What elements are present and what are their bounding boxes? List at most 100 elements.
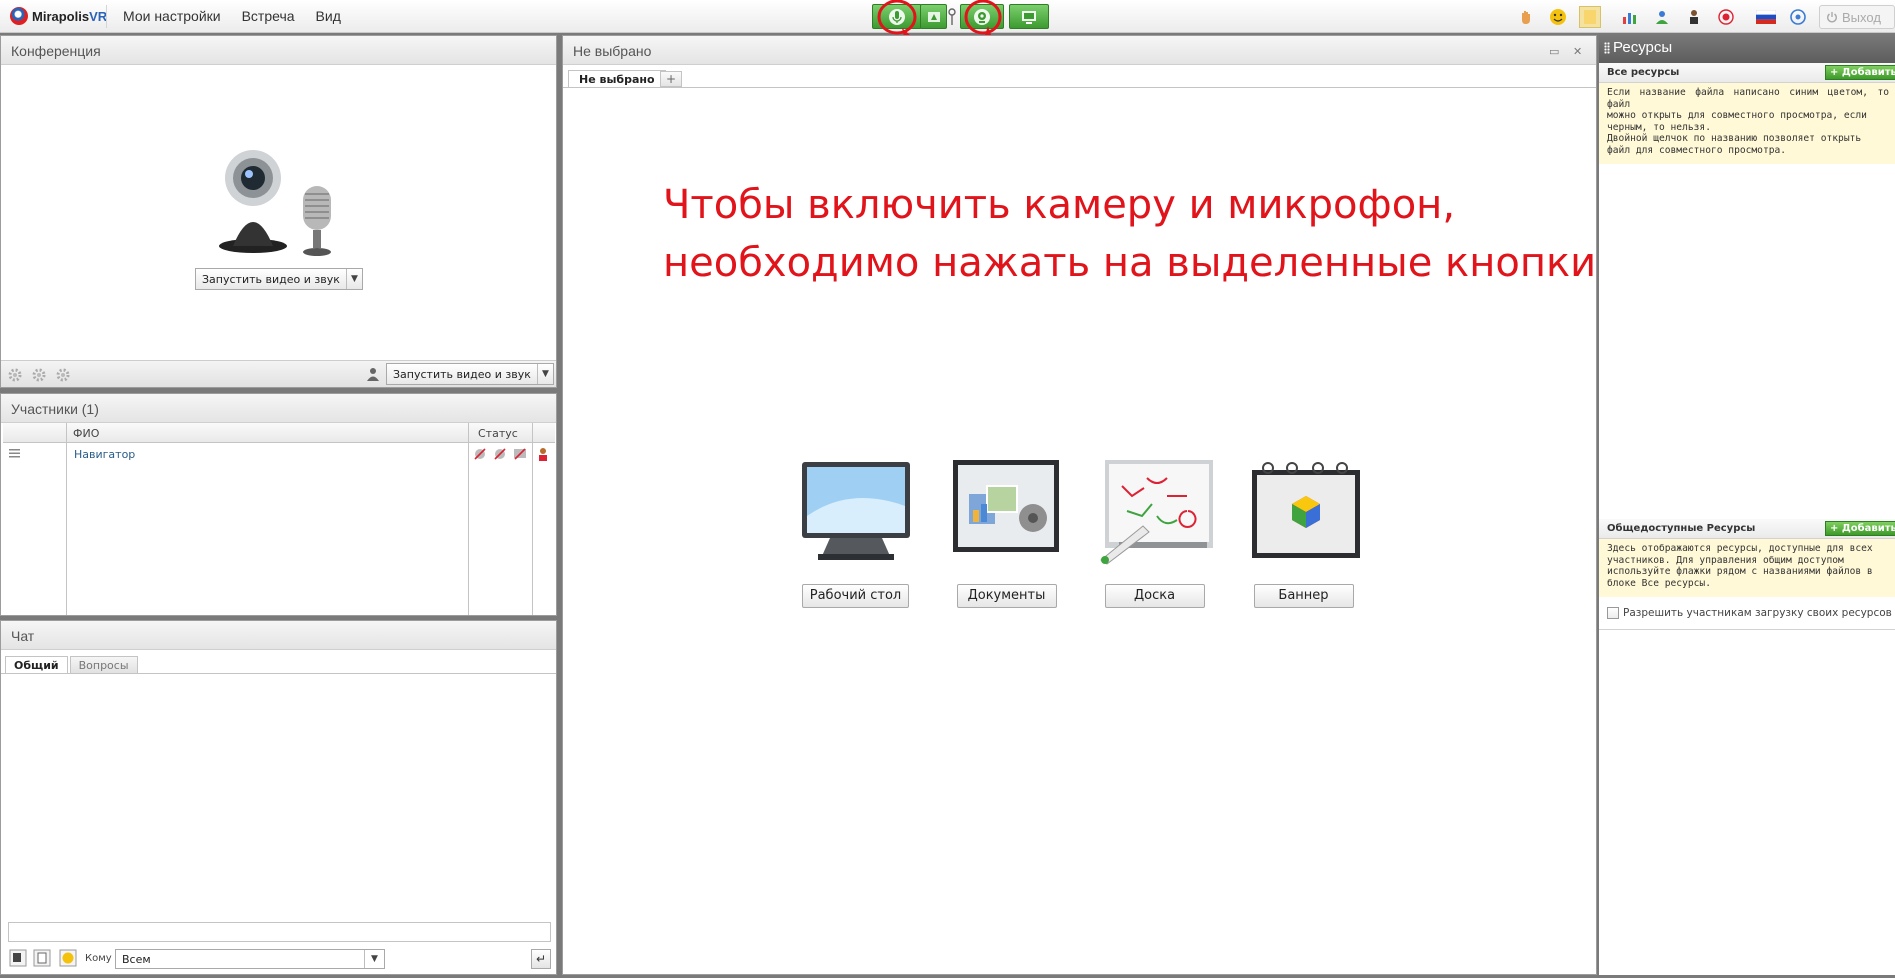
- bottom-start-video-audio-label: Запустить видео и звук: [393, 367, 531, 381]
- banner-icon: [1252, 462, 1360, 558]
- tab-not-selected[interactable]: Не выбрано: [568, 70, 666, 88]
- drag-handle-icon[interactable]: [9, 449, 20, 458]
- camera-button[interactable]: [960, 4, 1004, 29]
- general-settings-icon[interactable]: [55, 367, 71, 383]
- documents-icon: [952, 460, 1059, 552]
- chevron-down-icon[interactable]: ▼: [364, 950, 384, 968]
- all-resources-header: Все ресурсы + Добавить: [1599, 63, 1895, 83]
- banner-button[interactable]: Баннер: [1253, 584, 1354, 608]
- add-public-resource-button[interactable]: + Добавить: [1825, 521, 1895, 536]
- conference-bottom-bar: Запустить видео и звук ▼: [1, 360, 556, 387]
- send-button[interactable]: ↵: [531, 949, 551, 969]
- desktop-button[interactable]: Рабочий стол: [802, 584, 909, 608]
- desktop-tool[interactable]: Рабочий стол: [798, 456, 913, 608]
- main-menu: Мои настройки Встреча Вид: [123, 8, 341, 24]
- video-settings-icon: [927, 11, 940, 22]
- resources-panel: Ресурсы Все ресурсы + Добавить Если назв…: [1599, 33, 1895, 975]
- help-icon[interactable]: [1787, 6, 1809, 28]
- notes-icon[interactable]: [1579, 6, 1601, 28]
- sound-settings-icon[interactable]: [31, 367, 47, 383]
- content-panel: Не выбрано ▭ ✕ Не выбрано + Чтобы включи…: [562, 35, 1597, 975]
- chevron-down-icon[interactable]: ▼: [536, 364, 553, 384]
- raise-hand-icon[interactable]: [1515, 6, 1537, 28]
- participant-name[interactable]: Навигатор: [74, 448, 135, 461]
- format-icon[interactable]: [9, 949, 27, 967]
- add-resource-button[interactable]: + Добавить: [1825, 65, 1895, 80]
- whiteboard-icon: [1100, 460, 1213, 565]
- all-resources-note: Если название файла написано синим цвето…: [1599, 83, 1895, 164]
- record-icon[interactable]: [1715, 6, 1737, 28]
- checkbox-icon[interactable]: [1607, 607, 1619, 619]
- mic-status-icon[interactable]: [473, 447, 487, 461]
- documents-tool[interactable]: Документы: [949, 456, 1064, 608]
- column-name[interactable]: ФИО: [73, 427, 99, 440]
- start-video-audio-label: Запустить видео и звук: [202, 272, 340, 286]
- key-icon[interactable]: [948, 8, 956, 26]
- participants-title: Участники (1): [1, 394, 556, 423]
- menu-meeting[interactable]: Встреча: [242, 8, 295, 24]
- power-icon: [1827, 12, 1837, 23]
- camera-settings-icon[interactable]: [7, 367, 23, 383]
- to-label: Кому: [85, 953, 112, 964]
- smiley-icon[interactable]: [59, 949, 77, 967]
- logo-name: Mirapolis: [32, 8, 90, 24]
- chat-title: Чат: [1, 621, 556, 650]
- add-tab-button[interactable]: +: [660, 71, 682, 87]
- presenter-icon[interactable]: [1683, 6, 1705, 28]
- chat-panel: Чат Общий Вопросы Кому Всем ▼ ↵: [0, 620, 557, 975]
- participants-header-row: ФИО Статус: [3, 423, 555, 443]
- screen-share-button[interactable]: [1009, 4, 1049, 29]
- participants-panel: Участники (1) ФИО Статус Навигатор: [0, 393, 557, 616]
- language-flag-icon[interactable]: [1755, 6, 1777, 28]
- chat-tabs: Общий Вопросы: [5, 656, 138, 673]
- instruction-line-2: необходимо нажать на выделенные кнопки: [663, 240, 1597, 286]
- microphone-icon: [889, 8, 905, 25]
- recipient-value: Всем: [122, 952, 151, 966]
- conference-panel: Конференция Запустить видео и звук ▼ Зап…: [0, 35, 557, 388]
- exit-label: Выход: [1842, 9, 1881, 25]
- chevron-down-icon[interactable]: ▼: [345, 269, 362, 289]
- public-resources-header: Общедоступные Ресурсы + Добавить: [1599, 519, 1895, 539]
- menu-view[interactable]: Вид: [316, 8, 341, 24]
- banner-tool[interactable]: Баннер: [1246, 456, 1361, 608]
- minimize-icon[interactable]: ▭: [1549, 45, 1559, 58]
- public-resources-note: Здесь отображаются ресурсы, доступные дл…: [1599, 539, 1895, 597]
- divider: [563, 87, 1596, 88]
- table-row[interactable]: Навигатор: [3, 445, 555, 465]
- instruction-text: Чтобы включить камеру и микрофон, необхо…: [663, 176, 1597, 292]
- users-icon[interactable]: [1651, 6, 1673, 28]
- tab-general[interactable]: Общий: [5, 656, 68, 673]
- attach-icon[interactable]: [33, 949, 51, 967]
- exit-button[interactable]: Выход: [1819, 5, 1895, 29]
- allow-upload-checkbox[interactable]: Разрешить участникам загрузку своих ресу…: [1607, 607, 1892, 619]
- allow-upload-label: Разрешить участникам загрузку своих ресу…: [1623, 607, 1892, 619]
- column-status[interactable]: Статус: [478, 427, 518, 440]
- participant-role-icon[interactable]: [536, 447, 550, 461]
- whiteboard-tool[interactable]: Доска: [1097, 456, 1213, 608]
- camera-status-icon[interactable]: [493, 447, 507, 461]
- whiteboard-button[interactable]: Доска: [1104, 584, 1205, 608]
- content-title: Не выбрано: [563, 36, 1596, 65]
- chat-message-input[interactable]: [8, 922, 551, 942]
- top-right-icons: [1505, 6, 1809, 28]
- recipient-select[interactable]: Всем ▼: [115, 949, 385, 969]
- documents-button[interactable]: Документы: [956, 584, 1057, 608]
- start-video-audio-button[interactable]: Запустить видео и звук ▼: [195, 268, 363, 290]
- drag-grip-icon[interactable]: [1604, 42, 1610, 54]
- divider: [1599, 629, 1895, 630]
- instruction-line-1: Чтобы включить камеру и микрофон,: [663, 182, 1456, 228]
- emoticon-icon[interactable]: [1547, 6, 1569, 28]
- all-resources-title: Все ресурсы: [1607, 67, 1680, 78]
- divider: [1, 673, 556, 674]
- media-settings-button[interactable]: [920, 4, 947, 29]
- bottom-start-video-audio-button[interactable]: Запустить видео и звук ▼: [386, 363, 554, 385]
- logo-icon: [10, 7, 28, 25]
- microphone-button[interactable]: [872, 4, 922, 29]
- close-icon[interactable]: ✕: [1573, 45, 1582, 58]
- statistics-icon[interactable]: [1619, 6, 1641, 28]
- tab-questions[interactable]: Вопросы: [69, 656, 138, 673]
- screen-status-icon[interactable]: [513, 447, 527, 461]
- person-icon: [367, 368, 379, 381]
- resources-header: Ресурсы: [1599, 33, 1895, 63]
- menu-my-settings[interactable]: Мои настройки: [123, 8, 221, 24]
